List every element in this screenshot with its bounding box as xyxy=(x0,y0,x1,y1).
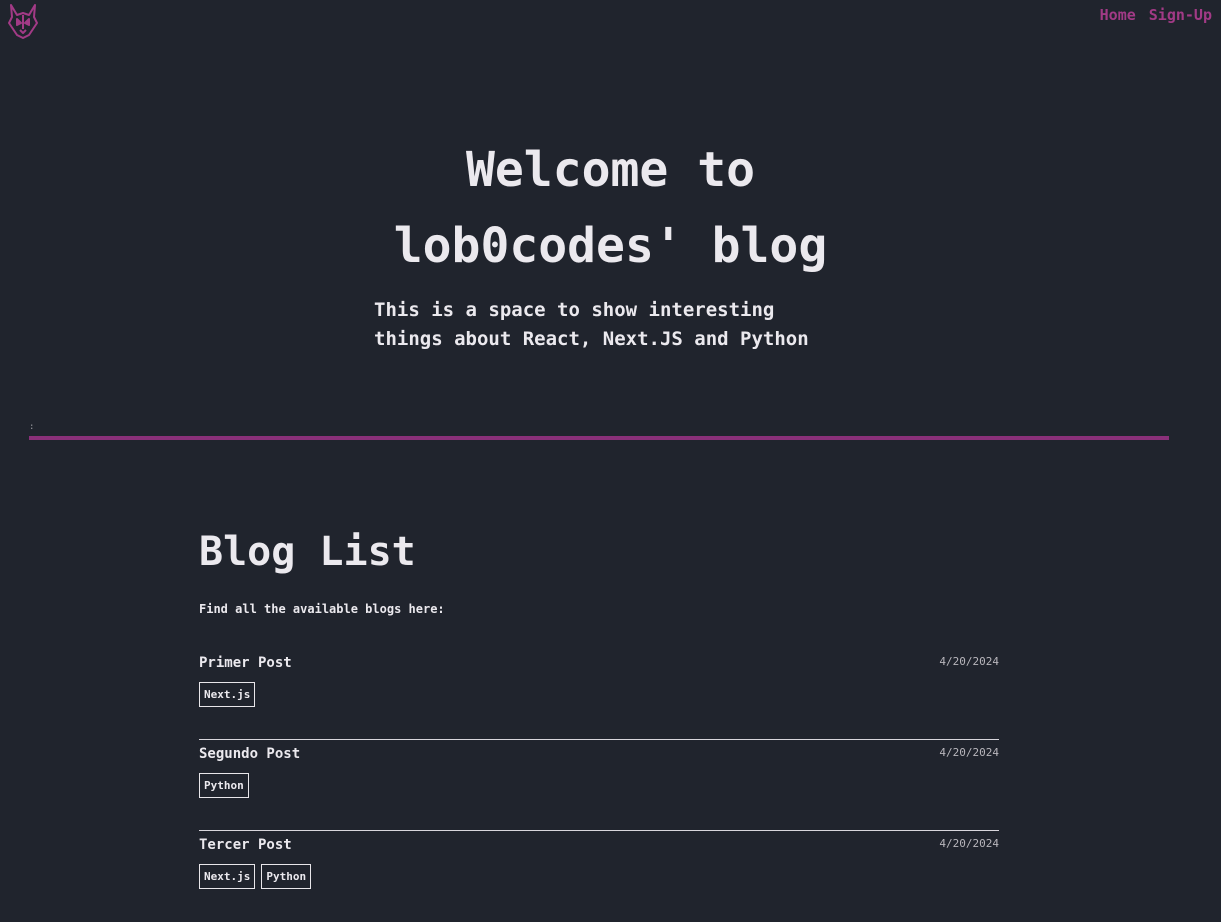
wolf-logo-icon[interactable] xyxy=(7,3,39,39)
nav-signup-link[interactable]: Sign-Up xyxy=(1149,6,1212,24)
post-date: 4/20/2024 xyxy=(939,746,999,759)
tag-badge[interactable]: Next.js xyxy=(199,682,256,707)
nav-home-link[interactable]: Home xyxy=(1100,6,1136,24)
top-navbar: Home Sign-Up xyxy=(0,0,1221,40)
accent-divider xyxy=(29,436,1169,440)
post-title[interactable]: Tercer Post xyxy=(199,837,292,853)
tag-badge[interactable]: Next.js xyxy=(199,864,256,889)
post-item-segundo[interactable]: Segundo Post 4/20/2024 Python xyxy=(199,740,999,831)
post-list: Primer Post 4/20/2024 Next.js Segundo Po… xyxy=(199,649,999,922)
nav-links: Home Sign-Up xyxy=(1100,6,1212,24)
post-tags: Python xyxy=(199,773,249,798)
post-title[interactable]: Segundo Post xyxy=(199,746,300,762)
separator-mark: : xyxy=(29,422,35,432)
post-title[interactable]: Primer Post xyxy=(199,655,292,671)
post-date: 4/20/2024 xyxy=(939,837,999,850)
hero-subtitle: This is a space to show interesting thin… xyxy=(374,299,809,350)
hero-title: Welcome to lob0codes' blog xyxy=(393,142,828,274)
hero-section: Welcome to lob0codes' blog This is a spa… xyxy=(0,132,1221,350)
blog-list-title: Blog List xyxy=(199,529,416,575)
post-tags: Next.js Python xyxy=(199,864,312,889)
blog-list-description: Find all the available blogs here: xyxy=(199,602,445,616)
post-item-primer[interactable]: Primer Post 4/20/2024 Next.js xyxy=(199,649,999,740)
tag-badge[interactable]: Python xyxy=(261,864,312,889)
blog-list-section: Blog List Find all the available blogs h… xyxy=(199,524,999,922)
post-item-tercer[interactable]: Tercer Post 4/20/2024 Next.js Python xyxy=(199,831,999,922)
post-tags: Next.js xyxy=(199,682,256,707)
post-date: 4/20/2024 xyxy=(939,655,999,668)
tag-badge[interactable]: Python xyxy=(199,773,249,798)
